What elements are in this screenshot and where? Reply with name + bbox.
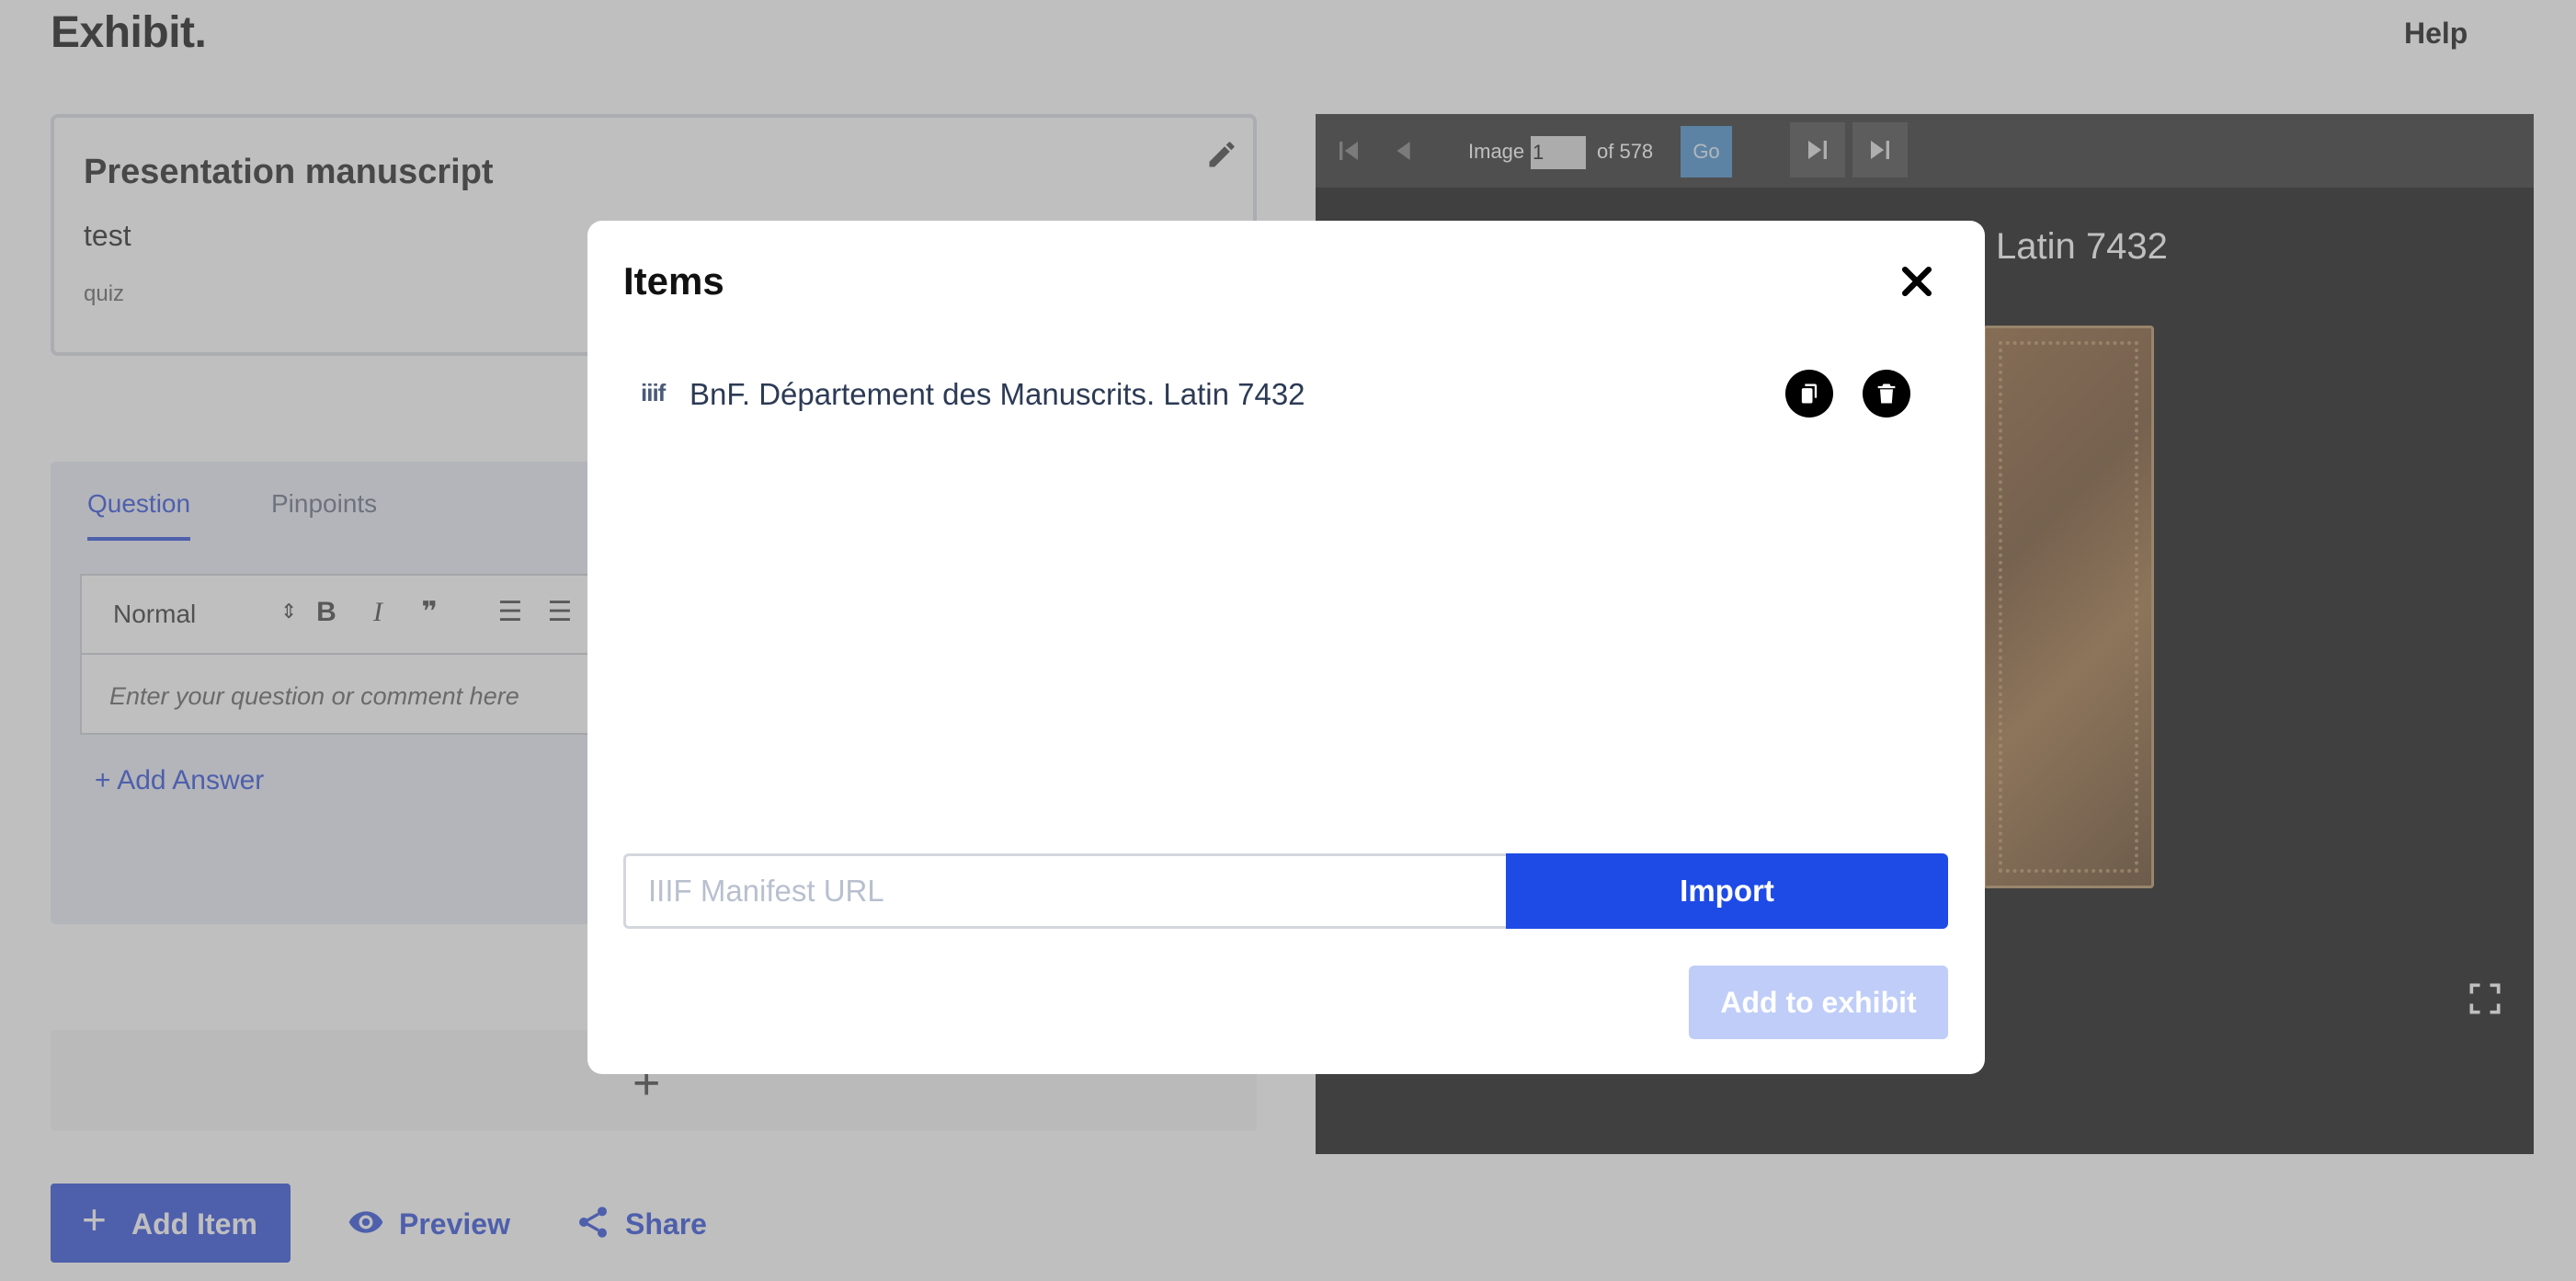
iiif-icon: iiif (641, 379, 666, 406)
item-label: BnF. Département des Manuscrits. Latin 7… (690, 377, 1305, 411)
manifest-url-input[interactable] (623, 853, 1508, 929)
trash-icon (1877, 383, 1896, 404)
modal-title: Items (623, 259, 724, 303)
copy-icon (1801, 383, 1818, 404)
close-icon[interactable] (1897, 261, 1937, 302)
delete-button[interactable] (1863, 370, 1910, 417)
add-to-exhibit-button[interactable]: Add to exhibit (1689, 966, 1948, 1039)
copy-button[interactable] (1785, 370, 1833, 417)
import-button[interactable]: Import (1506, 853, 1948, 929)
items-modal: Items iiif BnF. Département des Manuscri… (587, 221, 1985, 1074)
list-item[interactable]: iiif BnF. Département des Manuscrits. La… (641, 370, 1928, 425)
